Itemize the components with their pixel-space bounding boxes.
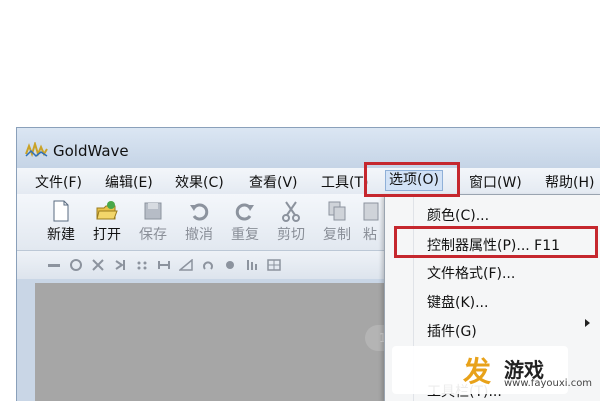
mix-icon[interactable]	[69, 259, 83, 271]
new-file-icon	[53, 200, 69, 222]
watermark: 发 游戏 www.fayouxi.com	[392, 346, 592, 394]
redo-button-label: 重复	[231, 227, 259, 243]
grid-icon[interactable]	[267, 259, 281, 271]
scissors-icon	[282, 201, 300, 222]
menu-item-colors[interactable]: 颜色(C)...	[427, 205, 489, 225]
save-button-label: 保存	[139, 227, 167, 243]
highlight-box-controller-properties	[394, 226, 598, 258]
redo-icon	[235, 203, 254, 221]
delete-icon[interactable]	[91, 259, 105, 271]
paste-icon	[363, 202, 379, 221]
paste-button-label: 粘	[363, 227, 377, 243]
dots-icon[interactable]	[135, 259, 149, 271]
gear-icon[interactable]	[223, 259, 237, 271]
svg-text:发: 发	[462, 355, 491, 388]
menu-item-file-formats[interactable]: 文件格式(F)...	[427, 263, 515, 283]
menu-item-keyboard[interactable]: 键盘(K)...	[427, 292, 488, 312]
open-folder-icon	[96, 201, 118, 220]
copy-button[interactable]: 复制	[319, 200, 355, 248]
equalizer-icon[interactable]	[245, 259, 259, 271]
fade-icon[interactable]	[179, 259, 193, 271]
goldwave-logo-icon	[25, 142, 48, 158]
loop-icon[interactable]	[201, 259, 215, 271]
submenu-arrow-icon	[585, 319, 590, 327]
save-disk-icon	[144, 202, 162, 220]
window-title: GoldWave	[53, 142, 129, 160]
span-icon[interactable]	[157, 259, 171, 271]
undo-button[interactable]: 撤消	[181, 200, 217, 248]
copy-button-label: 复制	[323, 227, 351, 243]
redo-button[interactable]: 重复	[227, 200, 263, 248]
open-button[interactable]: 打开	[89, 200, 125, 248]
menu-view[interactable]: 查看(V)	[249, 172, 298, 192]
menu-tools[interactable]: 工具(T)	[321, 172, 368, 192]
undo-icon	[190, 203, 209, 221]
save-button[interactable]: 保存	[135, 200, 171, 248]
menu-effects[interactable]: 效果(C)	[175, 172, 224, 192]
menu-file[interactable]: 文件(F)	[35, 172, 82, 192]
new-button-label: 新建	[47, 227, 75, 243]
cut-button-label: 剪切	[277, 227, 305, 243]
fayouxi-logo-icon: 发	[462, 355, 491, 388]
watermark-url: www.fayouxi.com	[504, 378, 593, 389]
waveform-workspace[interactable]: 15	[35, 283, 459, 401]
new-button[interactable]: 新建	[43, 200, 79, 248]
cut-button[interactable]: 剪切	[273, 200, 309, 248]
trim-icon[interactable]	[47, 259, 61, 271]
select-start-icon[interactable]	[113, 259, 127, 271]
menu-edit[interactable]: 编辑(E)	[105, 172, 153, 192]
menu-window[interactable]: 窗口(W)	[469, 172, 522, 192]
title-bar: GoldWave	[17, 128, 600, 168]
menu-bar: 文件(F) 编辑(E) 效果(C) 查看(V) 工具(T) 选项(O) 窗口(W…	[17, 168, 600, 194]
undo-button-label: 撤消	[185, 227, 213, 243]
open-button-label: 打开	[93, 227, 121, 243]
paste-button[interactable]: 粘	[361, 200, 379, 248]
menu-help[interactable]: 帮助(H)	[545, 172, 594, 192]
menu-item-plugins[interactable]: 插件(G)	[427, 321, 477, 341]
copy-icon	[328, 201, 346, 221]
highlight-box-options-menu	[364, 162, 460, 197]
